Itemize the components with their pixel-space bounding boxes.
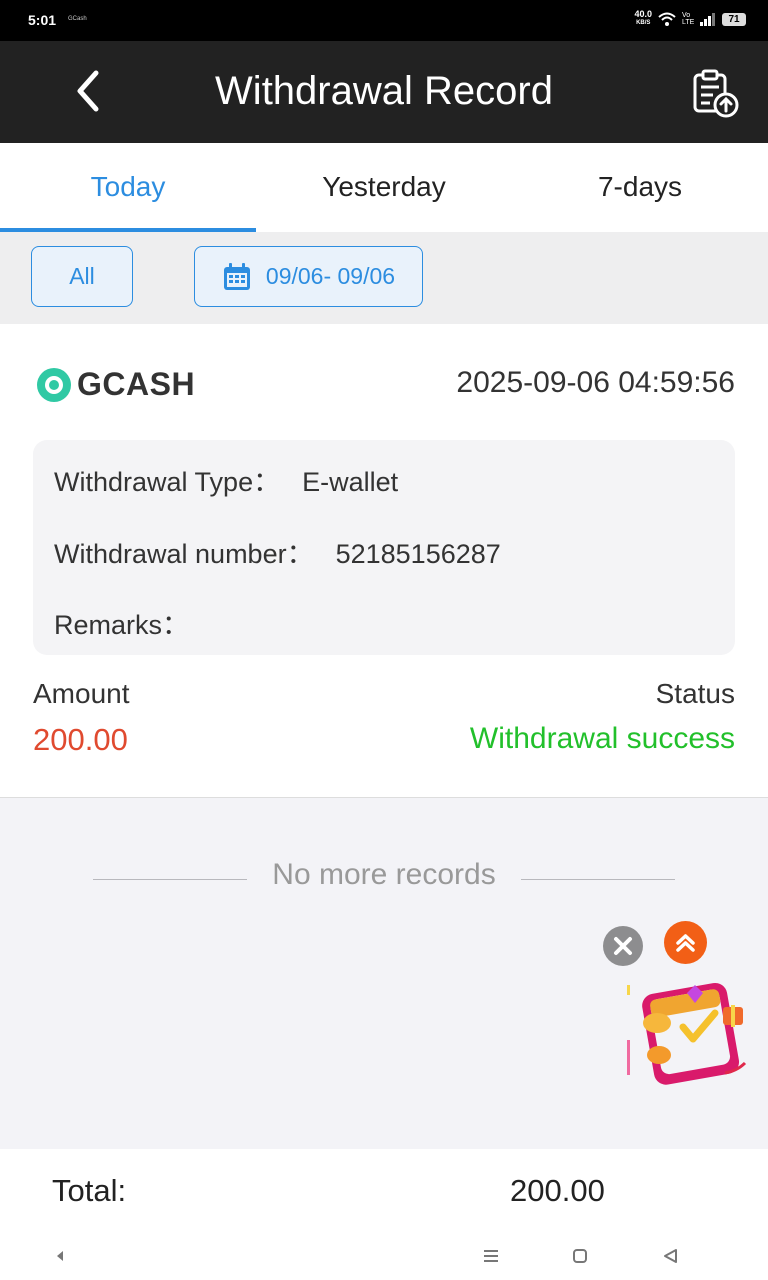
system-nav-bar bbox=[0, 1233, 768, 1280]
wifi-icon bbox=[658, 12, 676, 26]
footer-total-bar: Total: 200.00 bbox=[0, 1149, 768, 1280]
double-chevron-up-icon bbox=[676, 934, 695, 952]
network-speed-unit: KB/S bbox=[636, 20, 651, 26]
status-value: Withdrawal success bbox=[469, 722, 735, 755]
date-tabs: Today Yesterday 7-days bbox=[0, 143, 768, 232]
clipboard-upload-icon[interactable] bbox=[690, 69, 740, 119]
list-end-text: No more records bbox=[272, 858, 496, 891]
tab-yesterday[interactable]: Yesterday bbox=[256, 143, 512, 232]
withdrawal-type-label: Withdrawal Type： bbox=[54, 467, 281, 497]
remarks-row: Remarks： bbox=[54, 603, 211, 642]
network-speed-value: 40.0 bbox=[634, 9, 652, 19]
record-details: Withdrawal Type： E-wallet Withdrawal numb… bbox=[33, 440, 735, 655]
divider-left bbox=[93, 879, 247, 880]
withdrawal-record-card[interactable]: GCASH 2025-09-06 04:59:56 Withdrawal Typ… bbox=[0, 324, 768, 798]
app-header: Withdrawal Record bbox=[0, 41, 768, 143]
scroll-to-top-button[interactable] bbox=[664, 921, 707, 964]
amount-label: Amount bbox=[33, 678, 130, 709]
withdrawal-type-row: Withdrawal Type： E-wallet bbox=[54, 460, 398, 499]
gcash-logo: GCASH bbox=[37, 366, 195, 403]
close-promo-button[interactable] bbox=[603, 926, 643, 966]
filter-all-label: All bbox=[69, 263, 95, 289]
network-speed: 40.0 KB/S bbox=[634, 10, 652, 28]
tab-today[interactable]: Today bbox=[0, 143, 256, 232]
status-label: Status bbox=[655, 678, 735, 709]
remarks-label: Remarks： bbox=[54, 610, 190, 640]
record-datetime: 2025-09-06 04:59:56 bbox=[456, 366, 735, 399]
notification-gcash: GCash bbox=[68, 16, 87, 22]
withdrawal-number-label: Withdrawal number： bbox=[54, 539, 314, 569]
status-time: 5:01 bbox=[28, 12, 57, 28]
signal-icon bbox=[700, 12, 715, 26]
date-range-button[interactable]: 09/06- 09/06 bbox=[194, 246, 423, 307]
withdrawal-number-value: 52185156287 bbox=[335, 539, 501, 569]
date-range-label: 09/06- 09/06 bbox=[265, 263, 396, 289]
total-value: 200.00 bbox=[510, 1173, 605, 1208]
volte-label: Vo LTE bbox=[682, 12, 695, 26]
divider-right bbox=[521, 879, 675, 880]
home-icon[interactable] bbox=[572, 1248, 588, 1264]
nav-left-small-icon[interactable] bbox=[55, 1249, 65, 1263]
filter-bar: All 09/06- 09/06 bbox=[0, 232, 768, 324]
withdrawal-type-value: E-wallet bbox=[302, 467, 399, 497]
gcash-logo-icon bbox=[37, 367, 71, 402]
recent-apps-icon[interactable] bbox=[483, 1249, 499, 1263]
amount-value: 200.00 bbox=[33, 722, 128, 757]
page-title: Withdrawal Record bbox=[215, 69, 553, 113]
list-end-indicator: No more records bbox=[0, 858, 768, 892]
withdrawal-number-row: Withdrawal number： 52185156287 bbox=[54, 532, 501, 571]
daily-checkin-promo-icon[interactable] bbox=[625, 975, 755, 1085]
filter-all-button[interactable]: All bbox=[31, 246, 133, 307]
calendar-icon bbox=[223, 262, 250, 290]
battery-icon: 71 bbox=[722, 12, 746, 26]
status-icons: 40.0 KB/S Vo LTE 71 bbox=[634, 10, 746, 28]
total-label: Total: bbox=[52, 1173, 127, 1208]
close-icon bbox=[614, 937, 632, 955]
status-bar: 5:01 GCash 40.0 KB/S Vo LTE 71 bbox=[0, 0, 768, 41]
tab-7-days[interactable]: 7-days bbox=[512, 143, 768, 232]
provider-name: GCASH bbox=[77, 366, 196, 402]
back-nav-icon[interactable] bbox=[662, 1248, 678, 1264]
